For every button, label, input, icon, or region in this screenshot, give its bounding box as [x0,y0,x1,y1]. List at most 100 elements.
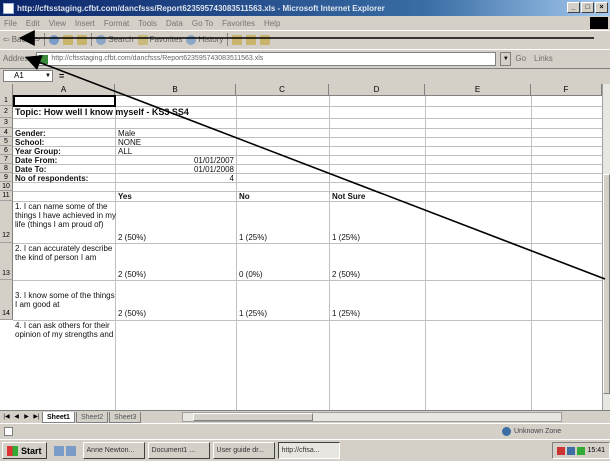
prev-sheet-icon[interactable]: ◀ [12,412,21,422]
question-1[interactable]: 1. I can name some of the things I have … [15,202,117,229]
menu-view[interactable]: View [49,19,66,28]
spreadsheet-grid[interactable]: A B C D E F 1 2 3 4 5 6 7 8 9 10 11 12 1… [0,84,602,410]
quick-launch-desktop-icon[interactable] [65,445,76,456]
favorites-button[interactable]: Favorites [137,34,182,45]
column-header-c[interactable]: C [236,84,329,96]
menu-tools[interactable]: Tools [138,19,157,28]
links-button[interactable]: Links [534,54,553,63]
refresh-icon[interactable] [63,34,74,45]
mail-icon[interactable] [232,34,243,45]
task-button-3[interactable]: User guide dr... [212,442,275,459]
respondents-label[interactable]: No of respondents: [15,174,88,183]
row-header-6[interactable]: 6 [0,146,13,155]
row-header-10[interactable]: 10 [0,182,13,191]
row-header-5[interactable]: 5 [0,137,13,146]
year-group-value[interactable]: ALL [118,147,132,156]
date-from-label[interactable]: Date From: [15,156,57,165]
tray-icon[interactable] [567,446,576,455]
horizontal-scroll-thumb[interactable] [193,413,314,421]
vertical-scrollbar[interactable] [602,84,610,410]
tab-sheet1[interactable]: Sheet1 [42,411,75,423]
tab-sheet2[interactable]: Sheet2 [75,411,109,423]
q2-no[interactable]: 0 (0%) [239,270,263,279]
gender-value[interactable]: Male [118,129,135,138]
menu-goto[interactable]: Go To [192,19,213,28]
year-group-label[interactable]: Year Group: [15,147,61,156]
first-sheet-icon[interactable]: |◀ [2,412,11,422]
header-not-sure[interactable]: Not Sure [332,192,365,201]
q3-not-sure[interactable]: 1 (25%) [332,309,360,318]
row-header-9[interactable]: 9 [0,173,13,182]
row-header-8[interactable]: 8 [0,164,13,173]
row-header-3[interactable]: 3 [0,118,13,128]
history-button[interactable]: History [186,34,223,45]
question-4[interactable]: 4. I can ask others for their opinion of… [15,321,117,339]
menu-help[interactable]: Help [264,19,280,28]
row-header-2[interactable]: 2 [0,106,13,118]
gender-label[interactable]: Gender: [15,129,46,138]
column-header-b[interactable]: B [115,84,236,96]
task-button-1[interactable]: Anne Newton... [82,442,145,459]
question-2[interactable]: 2. I can accurately describe the kind of… [15,244,117,262]
school-label[interactable]: School: [15,138,44,147]
menu-file[interactable]: File [4,19,17,28]
select-all-corner[interactable] [0,84,13,96]
selected-cell-a1[interactable] [13,95,116,107]
vertical-scroll-thumb[interactable] [603,174,610,394]
task-button-4[interactable]: http://cftsa... [277,442,340,459]
menu-insert[interactable]: Insert [75,19,95,28]
print-icon[interactable] [246,34,257,45]
header-yes[interactable]: Yes [118,192,132,201]
address-dropdown-button[interactable]: ▼ [500,51,512,66]
school-value[interactable]: NONE [118,138,141,147]
menu-edit[interactable]: Edit [26,19,40,28]
date-to-value[interactable]: 01/01/2008 [150,165,234,174]
row-header-13[interactable]: 13 [0,243,13,280]
quick-launch-ie-icon[interactable] [53,445,64,456]
menu-favorites[interactable]: Favorites [222,19,255,28]
menu-data[interactable]: Data [166,19,183,28]
q3-yes[interactable]: 2 (50%) [118,309,146,318]
tray-icon[interactable] [577,446,586,455]
row-header-4[interactable]: 4 [0,128,13,137]
name-box[interactable]: A1 [3,70,53,82]
task-button-2[interactable]: Document1 ... [147,442,210,459]
forward-button[interactable]: ⇨ [34,35,41,44]
formula-equals-icon[interactable]: = [59,71,64,81]
column-header-d[interactable]: D [329,84,425,96]
q1-yes[interactable]: 2 (50%) [118,233,146,242]
q2-yes[interactable]: 2 (50%) [118,270,146,279]
stop-icon[interactable] [49,34,60,45]
edit-icon[interactable] [260,34,271,45]
home-icon[interactable] [77,34,88,45]
next-sheet-icon[interactable]: ▶ [22,412,31,422]
q1-not-sure[interactable]: 1 (25%) [332,233,360,242]
column-header-e[interactable]: E [425,84,531,96]
search-button[interactable]: Search [96,34,134,45]
maximize-button[interactable]: □ [581,2,594,13]
back-button[interactable]: ⇦ Back [3,35,30,44]
close-button[interactable]: × [595,2,608,13]
row-header-12[interactable]: 12 [0,201,13,243]
row-header-14[interactable]: 14 [0,280,13,320]
date-from-value[interactable]: 01/01/2007 [150,156,234,165]
date-to-label[interactable]: Date To: [15,165,46,174]
q3-no[interactable]: 1 (25%) [239,309,267,318]
tab-sheet3[interactable]: Sheet3 [109,411,142,423]
horizontal-scrollbar[interactable] [182,412,563,422]
question-3[interactable]: 3. I know some of the things I am good a… [15,291,117,309]
tray-icon[interactable] [557,446,566,455]
minimize-button[interactable]: _ [567,2,580,13]
start-button[interactable]: Start [2,442,47,459]
q2-not-sure[interactable]: 2 (50%) [332,270,360,279]
go-button[interactable]: Go [515,54,526,63]
column-header-f[interactable]: F [531,84,602,96]
address-input[interactable]: http://cftsstaging.cfbt.com/dancfsss/Rep… [36,51,497,66]
menu-format[interactable]: Format [104,19,129,28]
topic-cell[interactable]: Topic: How well I know myself - KS3 SS4 [15,108,189,117]
row-header-7[interactable]: 7 [0,155,13,164]
row-header-1[interactable]: 1 [0,96,13,106]
header-no[interactable]: No [239,192,250,201]
row-header-11[interactable]: 11 [0,191,13,201]
window-titlebar[interactable]: http://cftsstaging.cfbt.com/dancfsss/Rep… [0,0,610,16]
